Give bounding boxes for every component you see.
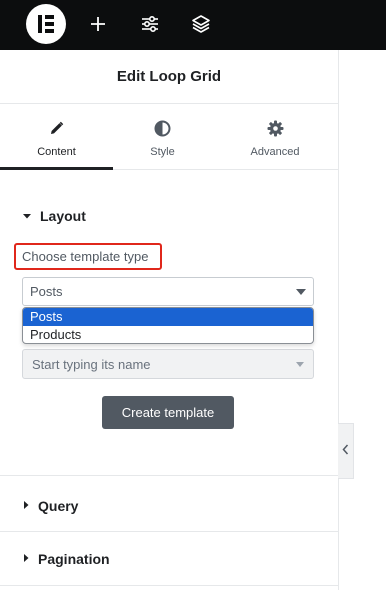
pencil-icon [48,119,66,137]
divider [0,475,338,476]
tab-advanced[interactable]: Advanced [212,104,338,170]
layout-section-toggle[interactable]: Layout [22,207,86,225]
query-section-toggle[interactable]: Query [22,497,78,515]
panel-title: Edit Loop Grid [116,68,222,85]
plus-icon[interactable] [86,12,110,36]
caret-right-icon [22,497,30,515]
tab-content[interactable]: Content [0,104,113,170]
template-search-placeholder: Start typing its name [32,356,151,372]
layers-icon[interactable] [189,12,213,36]
query-section-title: Query [38,498,79,514]
settings-sliders-icon[interactable] [138,12,162,36]
template-type-select[interactable]: Posts [22,277,314,306]
tab-content-label: Content [37,146,76,158]
select-caret-icon [296,289,306,295]
template-search-select[interactable]: Start typing its name [22,349,314,379]
caret-down-icon [22,207,32,225]
divider [0,531,338,532]
panel-collapse-button[interactable] [338,423,354,479]
create-template-button[interactable]: Create template [102,396,234,429]
tab-advanced-label: Advanced [250,146,300,158]
caret-right-icon [22,550,30,568]
panel-tabs: Content Style Advanced [0,104,338,170]
tab-style-label: Style [150,146,175,158]
template-type-dropdown: Posts Products [22,307,314,344]
elementor-logo-icon[interactable] [26,4,66,44]
chevron-left-icon [342,442,349,460]
divider [0,585,338,586]
template-type-value: Posts [30,284,63,299]
editor-panel: Edit Loop Grid Content Style Advanced La… [0,50,338,590]
select-caret-icon [296,362,304,367]
tab-style[interactable]: Style [113,104,212,170]
gear-icon [266,119,284,137]
panel-header: Edit Loop Grid [0,50,338,104]
preview-canvas [338,50,386,590]
layout-section-title: Layout [40,208,86,224]
pagination-section-toggle[interactable]: Pagination [22,550,110,568]
pagination-section-title: Pagination [38,551,110,567]
template-type-label: Choose template type [14,243,162,270]
option-posts[interactable]: Posts [23,308,313,326]
half-circle-icon [154,119,172,137]
option-products[interactable]: Products [23,326,313,343]
top-toolbar [0,0,386,50]
